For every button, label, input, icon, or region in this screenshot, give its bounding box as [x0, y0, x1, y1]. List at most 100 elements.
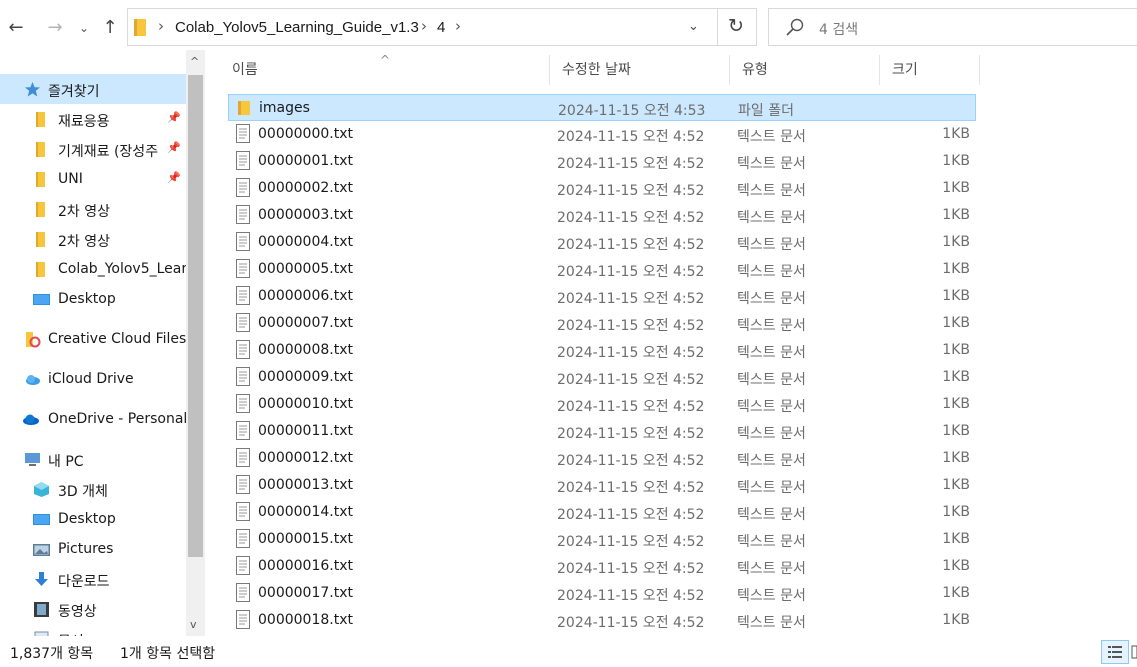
file-row[interactable]: 00000016.txt 2024-11-15 오전 4:52 텍스트 문서 1… [228, 553, 976, 580]
file-row[interactable]: 00000007.txt 2024-11-15 오전 4:52 텍스트 문서 1… [228, 310, 976, 337]
selected-count: 1개 항목 선택함 [120, 646, 216, 662]
sidebar-item-folder[interactable]: Colab_Yolov5_Learni [0, 254, 186, 284]
desktop-icon [33, 514, 50, 525]
sidebar-scrollbar[interactable]: ^ v [186, 50, 205, 636]
file-date: 2024-11-15 오전 4:52 [557, 399, 705, 415]
file-name: 00000014.txt [258, 504, 353, 520]
file-name: 00000002.txt [258, 180, 353, 196]
text-file-icon [236, 151, 250, 170]
breadcrumb-segment[interactable]: 4 [437, 19, 445, 36]
sidebar-item-3d-objects[interactable]: 3D 개체 [0, 474, 186, 504]
sidebar-item-desktop[interactable]: Desktop [0, 284, 186, 314]
sidebar-item-pictures[interactable]: Pictures [0, 534, 186, 564]
file-row[interactable]: 00000003.txt 2024-11-15 오전 4:52 텍스트 문서 1… [228, 202, 976, 229]
sidebar-item-label: iCloud Drive [48, 371, 134, 387]
search-box[interactable]: 4 검색 [768, 8, 1137, 46]
file-date: 2024-11-15 오전 4:52 [557, 345, 705, 361]
sidebar-item-icloud[interactable]: iCloud Drive [0, 364, 186, 394]
sidebar-item-label: Desktop [58, 291, 116, 307]
column-header-name[interactable]: 이름 ^ [220, 53, 550, 85]
back-arrow-icon[interactable]: ← [4, 14, 28, 42]
file-row[interactable]: 00000004.txt 2024-11-15 오전 4:52 텍스트 문서 1… [228, 229, 976, 256]
sidebar-item-creative-cloud[interactable]: Creative Cloud Files [0, 324, 186, 354]
file-row[interactable]: 00000002.txt 2024-11-15 오전 4:52 텍스트 문서 1… [228, 175, 976, 202]
file-row[interactable]: 00000005.txt 2024-11-15 오전 4:52 텍스트 문서 1… [228, 256, 976, 283]
breadcrumb-separator-icon[interactable]: › [455, 17, 461, 35]
file-type: 파일 폴더 [738, 103, 794, 119]
scroll-down-arrow-icon[interactable]: v [190, 618, 197, 631]
pin-icon: 📌 [167, 141, 181, 154]
sidebar-item-label: 재료응용 [58, 114, 110, 130]
sidebar-item-folder[interactable]: UNI 📌 [0, 164, 186, 194]
file-size: 1KB [942, 126, 970, 142]
file-name: 00000005.txt [258, 261, 353, 277]
file-row[interactable]: 00000008.txt 2024-11-15 오전 4:52 텍스트 문서 1… [228, 337, 976, 364]
file-row[interactable]: 00000013.txt 2024-11-15 오전 4:52 텍스트 문서 1… [228, 472, 976, 499]
recent-locations-chevron-icon[interactable]: ⌄ [75, 14, 93, 42]
navigation-pane: 즐겨찾기 재료응용 📌 기계재료 (장성주 📌 UNI 📌 2차 영상 2차 영… [0, 50, 205, 636]
file-row[interactable]: 00000010.txt 2024-11-15 오전 4:52 텍스트 문서 1… [228, 391, 976, 418]
address-dropdown-chevron-icon[interactable]: ⌄ [688, 19, 699, 34]
file-row[interactable]: 00000017.txt 2024-11-15 오전 4:52 텍스트 문서 1… [228, 580, 976, 607]
search-icon [786, 18, 804, 36]
file-row[interactable]: 00000012.txt 2024-11-15 오전 4:52 텍스트 문서 1… [228, 445, 976, 472]
sidebar-item-folder[interactable]: 2차 영상 [0, 194, 186, 224]
search-placeholder[interactable]: 4 검색 [819, 19, 858, 39]
sidebar-item-documents[interactable]: 문서 [0, 624, 186, 636]
sidebar-item-quick-access[interactable]: 즐겨찾기 [0, 74, 186, 104]
column-header-type[interactable]: 유형 [730, 55, 880, 85]
up-arrow-icon[interactable]: ↑ [98, 14, 122, 42]
file-row[interactable]: 00000018.txt 2024-11-15 오전 4:52 텍스트 문서 1… [228, 607, 976, 634]
file-row[interactable]: 00000000.txt 2024-11-15 오전 4:52 텍스트 문서 1… [228, 121, 976, 148]
sidebar-item-folder[interactable]: 기계재료 (장성주 📌 [0, 134, 186, 164]
pin-icon: 📌 [167, 171, 181, 184]
breadcrumb-separator-icon[interactable]: › [421, 17, 427, 35]
refresh-icon[interactable]: ↻ [728, 15, 744, 37]
file-row[interactable]: images 2024-11-15 오전 4:53 파일 폴더 [228, 94, 976, 121]
address-bar[interactable]: › Colab_Yolov5_Learning_Guide_v1.3 › 4 ›… [127, 8, 757, 46]
sidebar-item-label: 2차 영상 [58, 204, 110, 220]
file-type: 텍스트 문서 [737, 210, 806, 226]
sidebar-item-folder[interactable]: 2차 영상 [0, 224, 186, 254]
desktop-icon [33, 294, 50, 305]
file-row[interactable]: 00000009.txt 2024-11-15 오전 4:52 텍스트 문서 1… [228, 364, 976, 391]
scroll-up-arrow-icon[interactable]: ^ [190, 55, 199, 68]
text-file-icon [236, 313, 250, 332]
folder-icon [36, 142, 45, 157]
address-toolbar: ← → ⌄ ↑ › Colab_Yolov5_Learning_Guide_v1… [0, 0, 1137, 56]
text-file-icon [236, 502, 250, 521]
breadcrumb-segment[interactable]: Colab_Yolov5_Learning_Guide_v1.3 [175, 19, 419, 36]
column-header-size[interactable]: 크기 [880, 55, 980, 85]
sidebar-item-label: 즐겨찾기 [48, 84, 100, 100]
file-name: 00000016.txt [258, 558, 353, 574]
column-header-date[interactable]: 수정한 날짜 [550, 55, 730, 85]
sidebar-item-downloads[interactable]: 다운로드 [0, 564, 186, 594]
file-row[interactable]: 00000014.txt 2024-11-15 오전 4:52 텍스트 문서 1… [228, 499, 976, 526]
breadcrumb-separator-icon[interactable]: › [158, 17, 164, 35]
file-size: 1KB [942, 504, 970, 520]
text-file-icon [236, 556, 250, 575]
file-date: 2024-11-15 오전 4:52 [557, 426, 705, 442]
file-date: 2024-11-15 오전 4:52 [557, 507, 705, 523]
sidebar-item-this-pc[interactable]: 내 PC [0, 444, 186, 474]
file-row[interactable]: 00000001.txt 2024-11-15 오전 4:52 텍스트 문서 1… [228, 148, 976, 175]
column-header-label: 수정한 날짜 [562, 62, 631, 78]
scrollbar-thumb[interactable] [188, 75, 203, 557]
forward-arrow-icon[interactable]: → [43, 14, 67, 42]
sidebar-item-videos[interactable]: 동영상 [0, 594, 186, 624]
sidebar-item-desktop[interactable]: Desktop [0, 504, 186, 534]
sidebar-item-onedrive[interactable]: OneDrive - Personal [0, 404, 186, 434]
file-date: 2024-11-15 오전 4:53 [558, 103, 706, 119]
file-row[interactable]: 00000006.txt 2024-11-15 오전 4:52 텍스트 문서 1… [228, 283, 976, 310]
sidebar-item-label: OneDrive - Personal [48, 411, 186, 427]
creative-cloud-icon [26, 332, 41, 348]
column-header-label: 유형 [742, 62, 768, 78]
large-icons-view-button[interactable] [1131, 640, 1137, 664]
file-type: 텍스트 문서 [737, 426, 806, 442]
sidebar-item-folder[interactable]: 재료응용 📌 [0, 104, 186, 134]
details-view-button[interactable] [1101, 640, 1129, 664]
file-name: 00000018.txt [258, 612, 353, 628]
file-row[interactable]: 00000015.txt 2024-11-15 오전 4:52 텍스트 문서 1… [228, 526, 976, 553]
file-date: 2024-11-15 오전 4:52 [557, 561, 705, 577]
file-row[interactable]: 00000011.txt 2024-11-15 오전 4:52 텍스트 문서 1… [228, 418, 976, 445]
